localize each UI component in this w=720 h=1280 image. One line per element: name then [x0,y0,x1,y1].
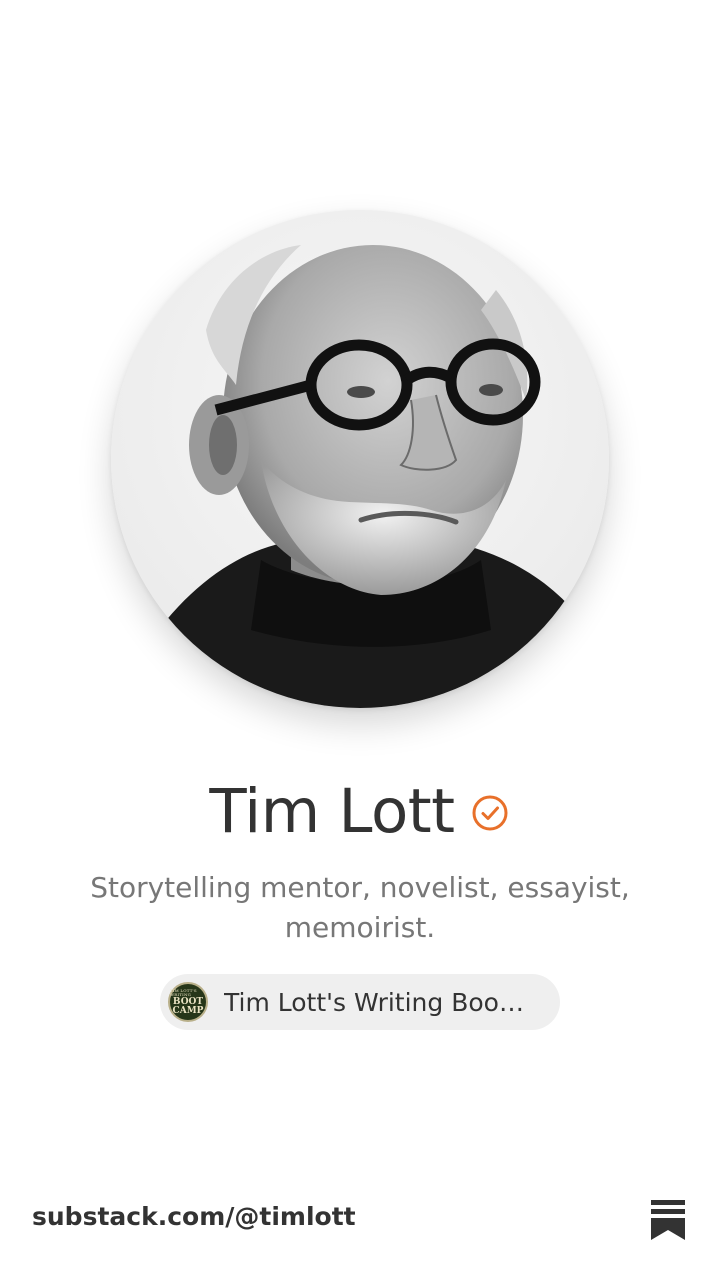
publication-name: Tim Lott's Writing Boot ... [224,987,530,1017]
publication-logo-line-1: TIM LOTT'S WRITING [170,987,197,997]
profile-url[interactable]: substack.com/@timlott [32,1202,356,1231]
verified-check-icon [469,792,511,834]
avatar [111,210,609,708]
publication-logo-line-3: CAMP [172,1005,204,1016]
profile-name: Tim Lott [209,776,455,847]
profile-photo [111,210,609,708]
publication-logo: TIM LOTT'S WRITING BOOT CAMP [168,982,208,1022]
profile-bio: Storytelling mentor, novelist, essayist,… [90,871,630,944]
substack-logo-icon[interactable] [651,1200,685,1240]
publication-pill[interactable]: TIM LOTT'S WRITING BOOT CAMP Tim Lott's … [160,974,560,1030]
profile-card-page: Tim Lott Storytelling mentor, novelist, … [0,0,720,1280]
name-row: Tim Lott [0,772,720,852]
